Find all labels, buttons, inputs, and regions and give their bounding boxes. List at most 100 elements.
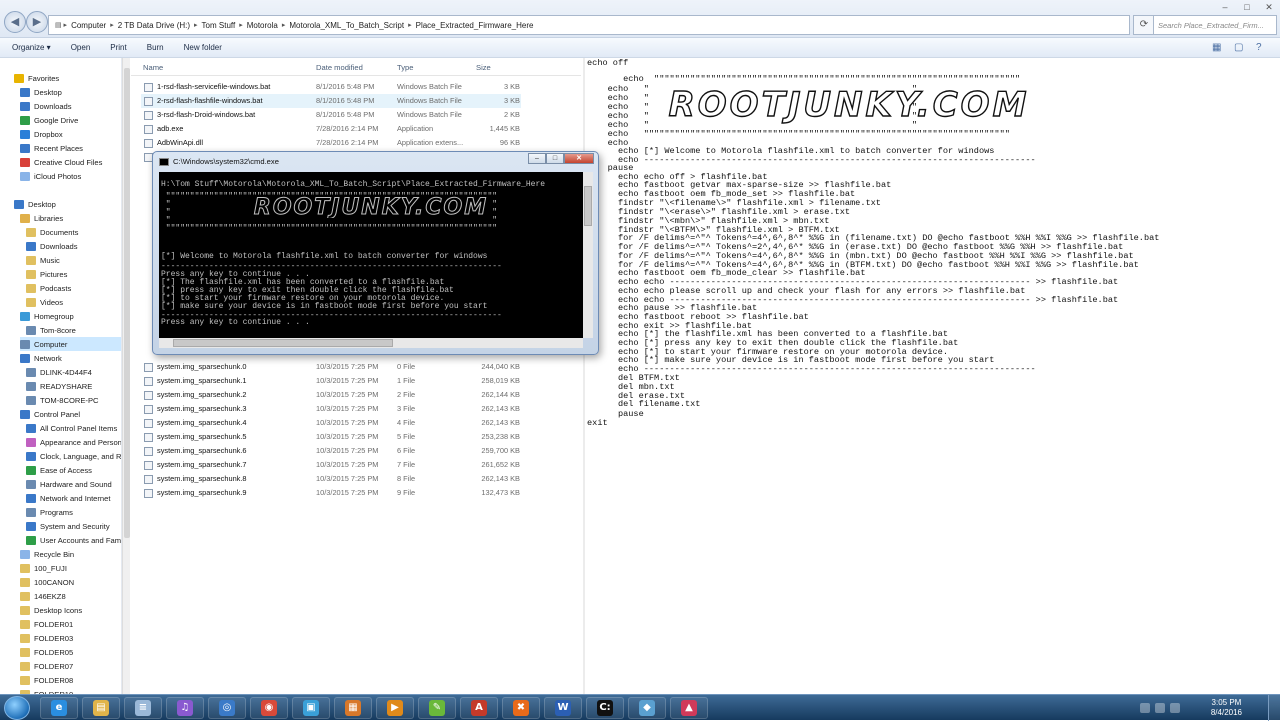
sidebar-item-downloads[interactable]: Downloads [20,99,121,113]
crumb[interactable]: Motorola [247,21,278,30]
sidebar-item-folder01[interactable]: FOLDER01 [20,617,121,631]
sidebar-item-homegroup[interactable]: Homegroup [20,309,121,323]
taskbar-explorer-button[interactable]: ▤ [82,697,120,719]
taskbar-adobe-button[interactable]: A [460,697,498,719]
sidebar-item-desktop-icons[interactable]: Desktop Icons [20,603,121,617]
table-row[interactable]: 3-rsd-flash-Droid-windows.bat 8/1/2016 5:… [141,108,521,122]
sidebar-item-folder08[interactable]: FOLDER08 [20,673,121,687]
table-row[interactable]: 2-rsd-flash-flashfile-windows.bat 8/1/201… [141,94,521,108]
sidebar-item-folder10[interactable]: FOLDER10 [20,687,121,694]
sidebar-item-documents[interactable]: Documents [26,225,121,239]
table-row[interactable]: system.img_sparsechunk.8 10/3/2015 7:25 P… [141,472,521,486]
cmd-console[interactable]: ROOTJUNKY.COM H:\Tom Stuff\Motorola\Moto… [159,172,583,338]
sidebar-item-clock-language[interactable]: Clock, Language, and Region [26,449,121,463]
tray-volume-icon[interactable] [1170,703,1180,713]
column-type[interactable]: Type [397,63,413,72]
table-row[interactable]: AdbWinApi.dll 7/28/2016 2:14 PM Applicatio… [141,136,521,150]
cmd-window[interactable]: C:\Windows\system32\cmd.exe – □ ✕ ROOTJU… [152,151,599,355]
search-input[interactable]: Search Place_Extracted_Firm... [1153,15,1277,35]
sidebar-item-recycle-bin[interactable]: Recycle Bin [20,547,121,561]
organize-button[interactable]: Organize ▾ [12,43,51,52]
sidebar-item-tom-8core[interactable]: Tom-8core [26,323,121,337]
table-row[interactable]: system.img_sparsechunk.6 10/3/2015 7:25 P… [141,444,521,458]
sidebar-item-user-accounts[interactable]: User Accounts and Family Safety [26,533,121,547]
table-row[interactable]: system.img_sparsechunk.9 10/3/2015 7:25 P… [141,486,521,500]
sidebar-item-downloads-lib[interactable]: Downloads [26,239,121,253]
open-button[interactable]: Open [71,43,91,52]
sidebar-item-computer[interactable]: Computer [20,337,121,351]
taskbar-chrome-button[interactable]: ◉ [250,697,288,719]
preview-pane-icon[interactable]: ▢ [1234,42,1246,53]
sidebar-item-creative-cloud[interactable]: Creative Cloud Files [20,155,121,169]
sidebar-item-folder07[interactable]: FOLDER07 [20,659,121,673]
new-folder-button[interactable]: New folder [184,43,222,52]
taskbar-notepadpp-button[interactable]: ✎ [418,697,456,719]
taskbar-notepad-button[interactable]: ≡ [124,697,162,719]
sidebar-item-readyshare[interactable]: READYSHARE [26,379,121,393]
crumb[interactable]: 2 TB Data Drive (H:) [118,21,190,30]
taskbar-cmd-button[interactable]: C: [586,697,624,719]
sidebar-item-podcasts[interactable]: Podcasts [26,281,121,295]
table-row[interactable]: system.img_sparsechunk.4 10/3/2015 7:25 P… [141,416,521,430]
sidebar-item-network[interactable]: Network [20,351,121,365]
scroll-thumb[interactable] [173,339,393,347]
maximize-icon[interactable]: □ [546,153,564,164]
table-row[interactable]: system.img_sparsechunk.1 10/3/2015 7:25 P… [141,374,521,388]
sidebar-item-pictures[interactable]: Pictures [26,267,121,281]
taskbar-remote-button[interactable]: ▲ [670,697,708,719]
sidebar-item-folder05[interactable]: FOLDER05 [20,645,121,659]
burn-button[interactable]: Burn [147,43,164,52]
close-icon[interactable]: ✕ [564,153,594,164]
sidebar-item-desktop-root[interactable]: Desktop [14,197,121,211]
sidebar-item-ease-of-access[interactable]: Ease of Access [26,463,121,477]
crumb[interactable]: Tom Stuff [202,21,236,30]
maximize-icon[interactable]: □ [1236,0,1258,14]
table-row[interactable]: 1-rsd-flash-servicefile-windows.bat 8/1/2… [141,80,521,94]
sidebar-item-dlink[interactable]: DLINK-4D44F4 [26,365,121,379]
minimize-icon[interactable]: – [1214,0,1236,14]
print-button[interactable]: Print [110,43,126,52]
table-row[interactable]: system.img_sparsechunk.5 10/3/2015 7:25 P… [141,430,521,444]
taskbar-sync-button[interactable]: ◎ [208,697,246,719]
forward-button[interactable]: ▶ [26,11,48,33]
sidebar-item-programs[interactable]: Programs [26,505,121,519]
sidebar-item-dropbox[interactable]: Dropbox [20,127,121,141]
sidebar-item-favorites[interactable]: Favorites [14,71,121,85]
refresh-icon[interactable]: ⟳ [1133,15,1155,35]
sidebar-item-folder03[interactable]: FOLDER03 [20,631,121,645]
sidebar-item-google-drive[interactable]: Google Drive [20,113,121,127]
sidebar-item-icloud-photos[interactable]: iCloud Photos [20,169,121,183]
help-icon[interactable]: ? [1256,42,1268,53]
taskbar-media-button[interactable]: ▶ [376,697,414,719]
scroll-thumb[interactable] [124,68,130,538]
close-icon[interactable]: ✕ [1258,0,1280,14]
sidebar-item-hardware-sound[interactable]: Hardware and Sound [26,477,121,491]
sidebar-item-146ekz8[interactable]: 146EKZ8 [20,589,121,603]
table-row[interactable]: system.img_sparsechunk.7 10/3/2015 7:25 P… [141,458,521,472]
crumb[interactable]: Place_Extracted_Firmware_Here [416,21,534,30]
cmd-vertical-scrollbar[interactable] [583,172,593,338]
table-row[interactable]: system.img_sparsechunk.3 10/3/2015 7:25 P… [141,402,521,416]
table-row[interactable]: system.img_sparsechunk.2 10/3/2015 7:25 P… [141,388,521,402]
sidebar-item-tom-8core-pc[interactable]: TOM-8CORE-PC [26,393,121,407]
breadcrumb[interactable]: ▤ ▸ Computer ▸ 2 TB Data Drive (H:) ▸ Tom … [48,15,1130,35]
tray-flag-icon[interactable] [1140,703,1150,713]
tray-network-icon[interactable] [1155,703,1165,713]
column-date[interactable]: Date modified [316,63,363,72]
sidebar-item-all-cp-items[interactable]: All Control Panel Items [26,421,121,435]
crumb[interactable]: Computer [71,21,106,30]
table-row[interactable]: system.img_sparsechunk.0 10/3/2015 7:25 P… [141,360,521,374]
view-options-icon[interactable]: ▦ [1212,42,1224,53]
scroll-thumb[interactable] [584,186,592,226]
taskbar-tool-button[interactable]: ◆ [628,697,666,719]
taskbar-avast-button[interactable]: ✖ [502,697,540,719]
column-size[interactable]: Size [476,63,491,72]
minimize-icon[interactable]: – [528,153,546,164]
taskbar-word-button[interactable]: W [544,697,582,719]
taskbar-itunes-button[interactable]: ♫ [166,697,204,719]
column-name[interactable]: Name [143,63,163,72]
crumb[interactable]: Motorola_XML_To_Batch_Script [289,21,404,30]
cmd-horizontal-scrollbar[interactable] [159,338,583,348]
sidebar-item-libraries[interactable]: Libraries [20,211,121,225]
sidebar-item-100canon[interactable]: 100CANON [20,575,121,589]
